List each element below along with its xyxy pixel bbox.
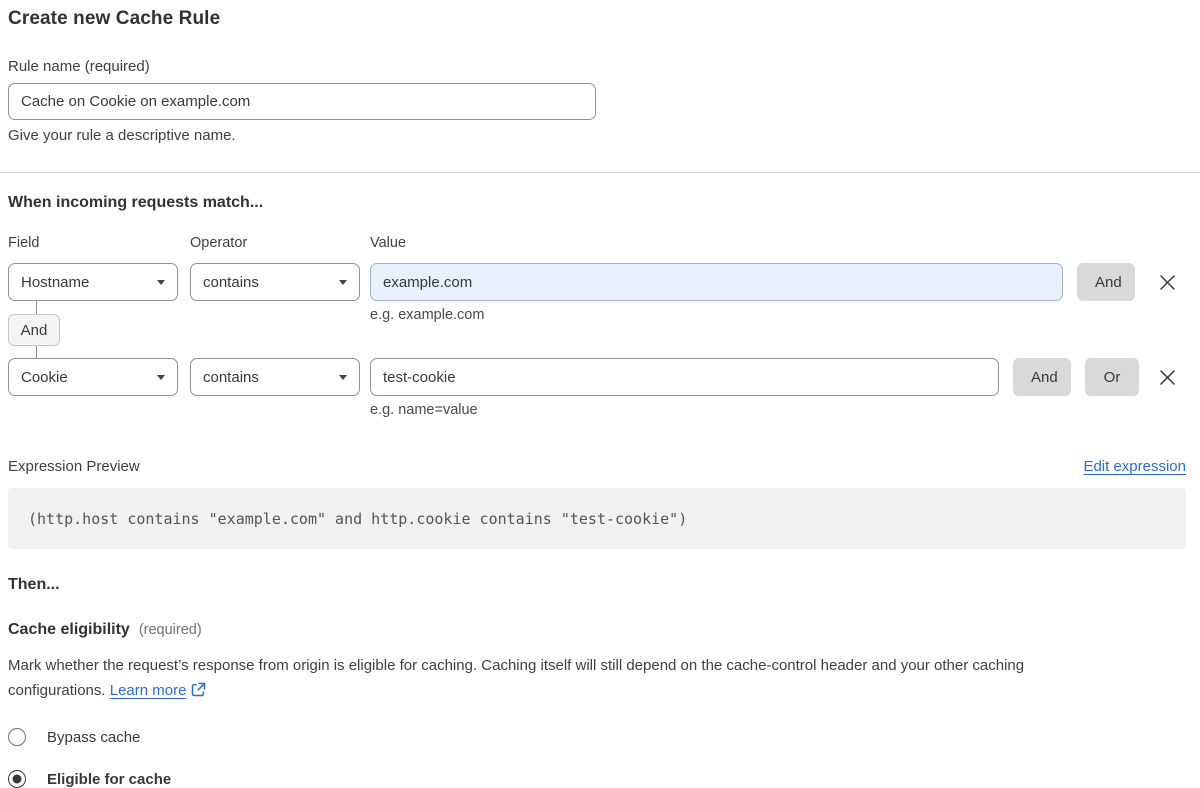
page-title: Create new Cache Rule <box>8 8 1192 30</box>
radio-label-bypass-cache: Bypass cache <box>47 729 140 746</box>
external-link-icon <box>191 680 206 705</box>
operator-select-row2-value: contains <box>203 369 259 386</box>
value-input-row2[interactable] <box>370 358 999 396</box>
chevron-down-icon <box>157 280 165 285</box>
field-select-row1[interactable]: Hostname <box>8 263 178 301</box>
required-tag: (required) <box>139 622 202 638</box>
chevron-down-icon <box>339 280 347 285</box>
description-line2: configurations. <box>8 682 106 699</box>
radio-selected-icon[interactable] <box>8 770 26 788</box>
add-and-condition-button-row1[interactable]: And <box>1077 263 1135 301</box>
expression-preview-code: (http.host contains "example.com" and ht… <box>8 488 1186 549</box>
connector-line <box>36 346 37 358</box>
close-icon <box>1159 369 1176 386</box>
field-select-row2[interactable]: Cookie <box>8 358 178 396</box>
value-input-row1[interactable] <box>370 263 1063 301</box>
connector-and-chip[interactable]: And <box>8 314 60 346</box>
rule-name-input[interactable] <box>8 83 596 120</box>
value-hint-row1: e.g. example.com <box>370 307 484 323</box>
cache-eligibility-heading-row: Cache eligibility (required) <box>8 621 1192 639</box>
field-column-label: Field <box>8 235 39 251</box>
operator-select-row1-value: contains <box>203 274 259 291</box>
field-select-row1-value: Hostname <box>21 274 89 291</box>
create-cache-rule-page: Create new Cache Rule Rule name (require… <box>0 0 1200 788</box>
add-or-condition-button-row2[interactable]: Or <box>1085 358 1139 396</box>
match-heading: When incoming requests match... <box>8 194 1192 212</box>
close-icon <box>1159 274 1176 291</box>
expression-preview-label: Expression Preview <box>8 458 140 475</box>
cache-eligibility-description: Mark whether the request’s response from… <box>8 653 1168 705</box>
value-column-label: Value <box>370 235 406 251</box>
description-line1: Mark whether the request’s response from… <box>8 657 1024 674</box>
rule-name-label: Rule name (required) <box>8 58 1192 75</box>
radio-unselected-icon[interactable] <box>8 728 26 746</box>
radio-option-bypass-cache[interactable]: Bypass cache <box>8 728 1192 746</box>
remove-condition-button-row1[interactable] <box>1154 269 1180 295</box>
section-divider <box>0 172 1200 173</box>
rule-name-helper: Give your rule a descriptive name. <box>8 127 1192 144</box>
chevron-down-icon <box>339 375 347 380</box>
operator-select-row1[interactable]: contains <box>190 263 360 301</box>
operator-select-row2[interactable]: contains <box>190 358 360 396</box>
chevron-down-icon <box>157 375 165 380</box>
add-and-condition-button-row2[interactable]: And <box>1013 358 1071 396</box>
connector-line <box>36 301 37 314</box>
learn-more-link[interactable]: Learn more <box>110 682 187 699</box>
condition-builder: Field Operator Value Hostname contains e… <box>8 235 1192 421</box>
value-hint-row2: e.g. name=value <box>370 402 478 418</box>
operator-column-label: Operator <box>190 235 247 251</box>
field-select-row2-value: Cookie <box>21 369 68 386</box>
then-heading: Then... <box>8 576 1192 594</box>
radio-label-eligible-for-cache: Eligible for cache <box>47 771 171 788</box>
radio-option-eligible-for-cache[interactable]: Eligible for cache <box>8 770 1192 788</box>
expression-preview-header: Expression Preview Edit expression <box>8 458 1186 475</box>
remove-condition-button-row2[interactable] <box>1154 364 1180 390</box>
cache-eligibility-heading: Cache eligibility <box>8 621 130 639</box>
edit-expression-link[interactable]: Edit expression <box>1083 458 1186 475</box>
